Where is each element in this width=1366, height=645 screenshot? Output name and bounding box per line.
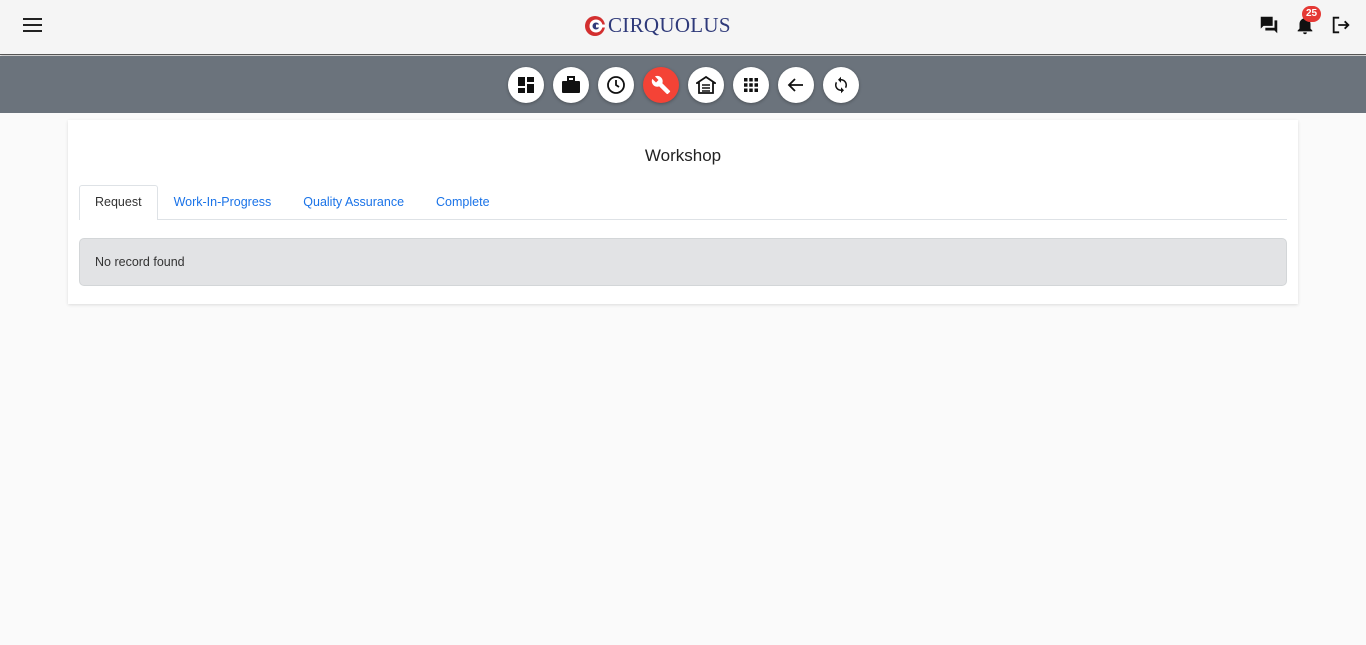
refresh-icon <box>834 76 847 93</box>
refresh-button[interactable] <box>822 66 859 103</box>
wrench-icon <box>651 75 670 94</box>
chat-icon[interactable] <box>1258 14 1280 36</box>
briefcase-icon <box>561 75 580 93</box>
workshop-card: Workshop Request Work-In-Progress Qualit… <box>68 120 1298 304</box>
brand-name: CIRQUOLUS <box>608 13 731 37</box>
brand-logo[interactable]: CIRQUOLUS <box>584 13 731 38</box>
apps-button[interactable] <box>732 66 769 103</box>
tab-work-in-progress[interactable]: Work-In-Progress <box>158 185 288 219</box>
back-button[interactable] <box>777 66 814 103</box>
jobs-button[interactable] <box>552 66 589 103</box>
notification-badge: 25 <box>1302 6 1322 22</box>
module-toolbar <box>0 56 1366 113</box>
warehouse-button[interactable] <box>687 66 724 103</box>
hamburger-menu-icon[interactable] <box>23 18 42 36</box>
garage-icon <box>695 75 716 94</box>
page-title: Workshop <box>644 146 722 165</box>
logout-icon[interactable] <box>1330 14 1352 36</box>
tab-complete[interactable]: Complete <box>420 185 506 219</box>
workshop-button[interactable] <box>642 66 679 103</box>
arrow-left-icon <box>787 77 803 92</box>
clock-icon <box>606 75 625 94</box>
notifications-bell-icon[interactable]: 25 <box>1294 6 1322 36</box>
history-button[interactable] <box>597 66 634 103</box>
dashboard-icon <box>517 76 534 93</box>
top-header: CIRQUOLUS 25 <box>0 0 1366 55</box>
logo-mark-icon <box>585 15 605 36</box>
tab-request[interactable]: Request <box>79 185 158 220</box>
empty-state-alert: No record found <box>79 238 1287 286</box>
dashboard-button[interactable] <box>507 66 544 103</box>
tab-bar: Request Work-In-Progress Quality Assuran… <box>79 185 1287 220</box>
tab-quality-assurance[interactable]: Quality Assurance <box>287 185 420 219</box>
apps-grid-icon <box>743 77 758 92</box>
